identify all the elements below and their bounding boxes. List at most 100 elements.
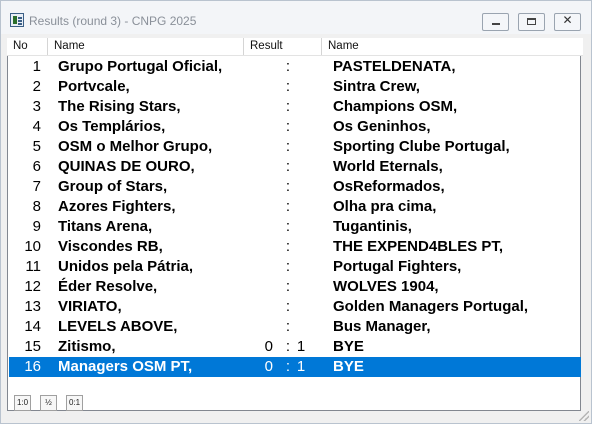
minimize-button[interactable] xyxy=(482,13,509,31)
score-separator: : xyxy=(285,138,291,155)
close-icon: ✕ xyxy=(562,13,573,27)
app-icon[interactable] xyxy=(10,13,24,27)
row-number: 13 xyxy=(24,298,41,315)
table-row[interactable]: 13 VIRIATO,: Golden Managers Portugal, xyxy=(9,297,581,317)
table-row[interactable]: 8 Azores Fighters,: Olha pra cima, xyxy=(9,197,581,217)
home-team-name: LEVELS ABOVE, xyxy=(58,318,178,335)
row-number: 10 xyxy=(24,238,41,255)
row-number: 4 xyxy=(32,118,41,135)
away-team-name: Bus Manager, xyxy=(333,318,431,335)
score-separator: : xyxy=(285,118,291,135)
table-row[interactable]: 16 Managers OSM PT, 0:1 BYE xyxy=(9,357,581,377)
column-header-result[interactable]: Result xyxy=(244,38,322,55)
away-score: 1 xyxy=(296,338,306,355)
table-row[interactable]: 14 LEVELS ABOVE,: Bus Manager, xyxy=(9,317,581,337)
column-header-no[interactable]: No xyxy=(7,38,48,55)
score-separator: : xyxy=(285,298,291,315)
table-row[interactable]: 2 Portvcale,: Sintra Crew, xyxy=(9,77,581,97)
home-team-name: Viscondes RB, xyxy=(58,238,163,255)
score-separator: : xyxy=(285,198,291,215)
maximize-button[interactable] xyxy=(518,13,545,31)
draw-icon: ½ xyxy=(45,398,52,407)
row-number: 3 xyxy=(32,98,41,115)
score-separator: : xyxy=(285,258,291,275)
home-team-name: VIRIATO, xyxy=(58,298,122,315)
draw-button[interactable]: ½ xyxy=(40,395,57,411)
table-row[interactable]: 1 Grupo Portugal Oficial,: PASTELDENATA, xyxy=(9,57,581,77)
row-number: 7 xyxy=(32,178,41,195)
home-team-name: Éder Resolve, xyxy=(58,278,158,295)
home-team-name: The Rising Stars, xyxy=(58,98,181,115)
home-team-name: Azores Fighters, xyxy=(58,198,176,215)
row-number: 6 xyxy=(32,158,41,175)
away-team-name: Olha pra cima, xyxy=(333,198,437,215)
away-team-name: WOLVES 1904, xyxy=(333,278,439,295)
row-number: 1 xyxy=(32,58,41,75)
column-header-home-name[interactable]: Name xyxy=(48,38,244,55)
score-separator: : xyxy=(285,338,291,355)
score-separator: : xyxy=(285,158,291,175)
home-team-name: Grupo Portugal Oficial, xyxy=(58,58,223,75)
maximize-icon xyxy=(527,18,536,25)
away-team-name: World Eternals, xyxy=(333,158,443,175)
score-separator: : xyxy=(285,318,291,335)
table-row[interactable]: 6 QUINAS DE OURO,: World Eternals, xyxy=(9,157,581,177)
away-team-name: Sintra Crew, xyxy=(333,78,420,95)
title-bar[interactable]: Results (round 3) - CNPG 2025 ✕ xyxy=(1,1,591,34)
home-win-button[interactable]: 1:0 xyxy=(14,395,31,411)
score-separator: : xyxy=(285,178,291,195)
row-number: 16 xyxy=(24,358,41,375)
row-number: 11 xyxy=(25,258,41,275)
score-separator: : xyxy=(285,278,291,295)
row-number: 12 xyxy=(24,278,41,295)
table-row[interactable]: 15 Zitismo, 0:1 BYE xyxy=(9,337,581,357)
away-score: 1 xyxy=(296,358,306,375)
home-team-name: Managers OSM PT, xyxy=(58,358,193,375)
column-header-away-name[interactable]: Name xyxy=(322,38,583,55)
column-header: No Name Result Name xyxy=(7,38,583,56)
away-win-button[interactable]: 0:1 xyxy=(66,395,83,411)
results-list[interactable]: 1 Grupo Portugal Oficial,: PASTELDENATA, 2 P… xyxy=(7,56,581,411)
away-team-name: OsReformados, xyxy=(333,178,445,195)
away-team-name: Os Geninhos, xyxy=(333,118,431,135)
away-team-name: BYE xyxy=(333,358,364,375)
home-team-name: QUINAS DE OURO, xyxy=(58,158,195,175)
score-separator: : xyxy=(285,238,291,255)
row-number: 9 xyxy=(32,218,41,235)
table-row[interactable]: 11 Unidos pela Pátria,: Portugal Fighters, xyxy=(9,257,581,277)
table-row[interactable]: 12 Éder Resolve,: WOLVES 1904, xyxy=(9,277,581,297)
table-row[interactable]: 4 Os Templários,: Os Geninhos, xyxy=(9,117,581,137)
home-team-name: Group of Stars, xyxy=(58,178,168,195)
resize-grip-icon[interactable] xyxy=(579,411,589,421)
row-number: 15 xyxy=(24,338,41,355)
table-row[interactable]: 5 OSM o Melhor Grupo,: Sporting Clube Port… xyxy=(9,137,581,157)
score-separator: : xyxy=(285,218,291,235)
table-row[interactable]: 3 The Rising Stars,: Champions OSM, xyxy=(9,97,581,117)
score-separator: : xyxy=(285,78,291,95)
home-team-name: OSM o Melhor Grupo, xyxy=(58,138,213,155)
row-number: 2 xyxy=(32,78,41,95)
home-team-name: Unidos pela Pátria, xyxy=(58,258,194,275)
home-score: 0 xyxy=(264,338,273,355)
away-win-icon: 0:1 xyxy=(68,398,81,407)
home-team-name: Os Templários, xyxy=(58,118,166,135)
row-number: 14 xyxy=(24,318,41,335)
home-team-name: Zitismo, xyxy=(58,338,116,355)
score-separator: : xyxy=(285,58,291,75)
table-row[interactable]: 9 Titans Arena,: Tugantinis, xyxy=(9,217,581,237)
window-title: Results (round 3) - CNPG 2025 xyxy=(29,14,197,28)
home-team-name: Portvcale, xyxy=(58,78,130,95)
away-team-name: PASTELDENATA, xyxy=(333,58,456,75)
minimize-icon xyxy=(492,23,500,25)
close-button[interactable]: ✕ xyxy=(554,13,581,31)
away-team-name: Golden Managers Portugal, xyxy=(333,298,529,315)
away-team-name: Tugantinis, xyxy=(333,218,412,235)
table-row[interactable]: 10 Viscondes RB,: THE EXPEND4BLES PT, xyxy=(9,237,581,257)
away-team-name: BYE xyxy=(333,338,364,355)
home-win-icon: 1:0 xyxy=(16,398,29,407)
bottom-toolbar: 1:0 ½ 0:1 xyxy=(7,393,207,413)
table-row[interactable]: 7 Group of Stars,: OsReformados, xyxy=(9,177,581,197)
away-team-name: Portugal Fighters, xyxy=(333,258,462,275)
score-separator: : xyxy=(285,358,291,375)
home-score: 0 xyxy=(264,358,273,375)
